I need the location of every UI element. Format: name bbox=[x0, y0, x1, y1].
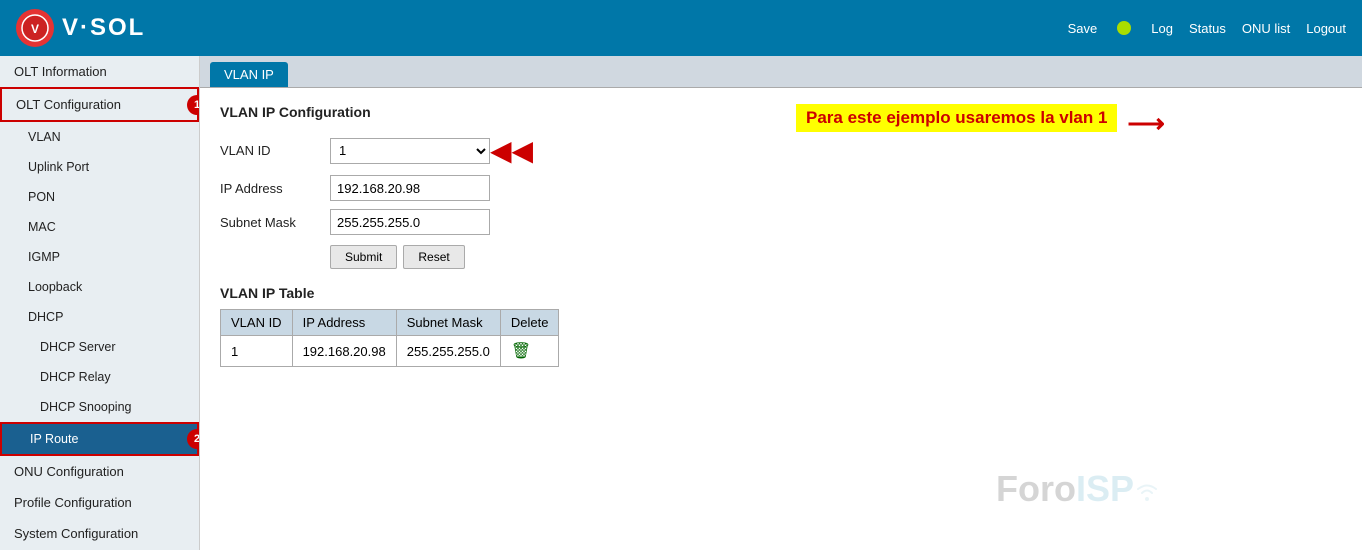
content-top: VLAN IP Configuration VLAN ID 1 2 10 100… bbox=[220, 104, 1342, 269]
sidebar-item-olt-configuration[interactable]: OLT Configuration 1 bbox=[0, 87, 199, 122]
watermark-isp: ISP bbox=[1076, 468, 1134, 510]
sidebar-item-mac[interactable]: MAC bbox=[0, 212, 199, 242]
annotation-area: Para este ejemplo usaremos la vlan 1 ⟶ bbox=[766, 104, 1342, 142]
table-row: 1 192.168.20.98 255.255.255.0 🗑 bbox=[221, 336, 559, 367]
vlan-id-label: VLAN ID bbox=[220, 143, 330, 158]
brand-name: V·SOL bbox=[62, 14, 145, 42]
sidebar-item-igmp[interactable]: IGMP bbox=[0, 242, 199, 272]
col-ip-address: IP Address bbox=[292, 310, 396, 336]
svg-text:V: V bbox=[31, 22, 39, 36]
sidebar-item-system-configuration[interactable]: System Configuration bbox=[0, 518, 199, 549]
badge-2: 2 bbox=[187, 429, 200, 449]
sidebar-item-dhcp-snooping[interactable]: DHCP Snooping bbox=[0, 392, 199, 422]
submit-button[interactable]: Submit bbox=[330, 245, 397, 269]
onu-list-link[interactable]: ONU list bbox=[1242, 21, 1290, 36]
cell-vlan-id: 1 bbox=[221, 336, 293, 367]
sidebar-item-dhcp[interactable]: DHCP bbox=[0, 302, 199, 332]
delete-button[interactable]: 🗑 bbox=[511, 341, 531, 361]
annotation-text: Para este ejemplo usaremos la vlan 1 bbox=[796, 104, 1117, 132]
tab-vlan-ip[interactable]: VLAN IP bbox=[210, 62, 288, 87]
col-subnet-mask: Subnet Mask bbox=[396, 310, 500, 336]
sidebar: OLT Information OLT Configuration 1 VLAN… bbox=[0, 56, 200, 550]
cell-ip-address: 192.168.20.98 bbox=[292, 336, 396, 367]
sidebar-item-dhcp-server[interactable]: DHCP Server bbox=[0, 332, 199, 362]
ip-address-input[interactable] bbox=[330, 175, 490, 201]
logout-link[interactable]: Logout bbox=[1306, 21, 1346, 36]
header: V V·SOL Save Log Status ONU list Logout bbox=[0, 0, 1362, 56]
status-link[interactable]: Status bbox=[1189, 21, 1226, 36]
watermark: Foro ISP bbox=[996, 468, 1162, 510]
main-layout: OLT Information OLT Configuration 1 VLAN… bbox=[0, 56, 1362, 550]
vlan-ip-table: VLAN ID IP Address Subnet Mask Delete 1 … bbox=[220, 309, 559, 367]
cell-subnet-mask: 255.255.255.0 bbox=[396, 336, 500, 367]
subnet-mask-input[interactable] bbox=[330, 209, 490, 235]
ip-address-label: IP Address bbox=[220, 181, 330, 196]
subnet-mask-label: Subnet Mask bbox=[220, 215, 330, 230]
form-row-ip-address: IP Address bbox=[220, 175, 766, 201]
sidebar-item-olt-information[interactable]: OLT Information bbox=[0, 56, 199, 87]
reset-button[interactable]: Reset bbox=[403, 245, 464, 269]
sidebar-item-vlan[interactable]: VLAN bbox=[0, 122, 199, 152]
sidebar-item-uplink-port[interactable]: Uplink Port bbox=[0, 152, 199, 182]
header-right: Save Log Status ONU list Logout bbox=[1068, 21, 1346, 36]
form-area: VLAN IP Configuration VLAN ID 1 2 10 100… bbox=[220, 104, 766, 269]
cell-delete: 🗑 bbox=[500, 336, 559, 367]
save-button[interactable]: Save bbox=[1068, 21, 1098, 36]
sidebar-item-dhcp-relay[interactable]: DHCP Relay bbox=[0, 362, 199, 392]
log-link[interactable]: Log bbox=[1151, 21, 1173, 36]
status-indicator bbox=[1117, 21, 1131, 35]
section-title: VLAN IP Configuration bbox=[220, 104, 766, 120]
sidebar-item-ip-route[interactable]: IP Route 2 bbox=[0, 422, 199, 456]
sidebar-item-onu-configuration[interactable]: ONU Configuration bbox=[0, 456, 199, 487]
col-delete: Delete bbox=[500, 310, 559, 336]
logo-area: V V·SOL bbox=[16, 9, 145, 47]
red-arrow-indicator: ◀◀ bbox=[490, 134, 533, 167]
badge-1: 1 bbox=[187, 95, 200, 115]
vlan-id-select[interactable]: 1 2 10 100 bbox=[330, 138, 490, 164]
header-links: Log Status ONU list Logout bbox=[1151, 21, 1346, 36]
long-arrow: ⟶ bbox=[1127, 108, 1164, 139]
content-area: VLAN IP Configuration VLAN ID 1 2 10 100… bbox=[200, 88, 1362, 383]
table-section-title: VLAN IP Table bbox=[220, 285, 1342, 301]
sidebar-item-profile-configuration[interactable]: Profile Configuration bbox=[0, 487, 199, 518]
wifi-icon bbox=[1132, 480, 1162, 504]
logo-icon: V bbox=[16, 9, 54, 47]
sidebar-item-loopback[interactable]: Loopback bbox=[0, 272, 199, 302]
button-row: Submit Reset bbox=[330, 245, 766, 269]
col-vlan-id: VLAN ID bbox=[221, 310, 293, 336]
sidebar-item-pon[interactable]: PON bbox=[0, 182, 199, 212]
form-row-subnet-mask: Subnet Mask bbox=[220, 209, 766, 235]
form-row-vlan-id: VLAN ID 1 2 10 100 ◀◀ bbox=[220, 134, 766, 167]
watermark-foro: Foro bbox=[996, 468, 1076, 510]
main-content: VLAN IP VLAN IP Configuration VLAN ID 1 … bbox=[200, 56, 1362, 550]
tab-bar: VLAN IP bbox=[200, 56, 1362, 88]
